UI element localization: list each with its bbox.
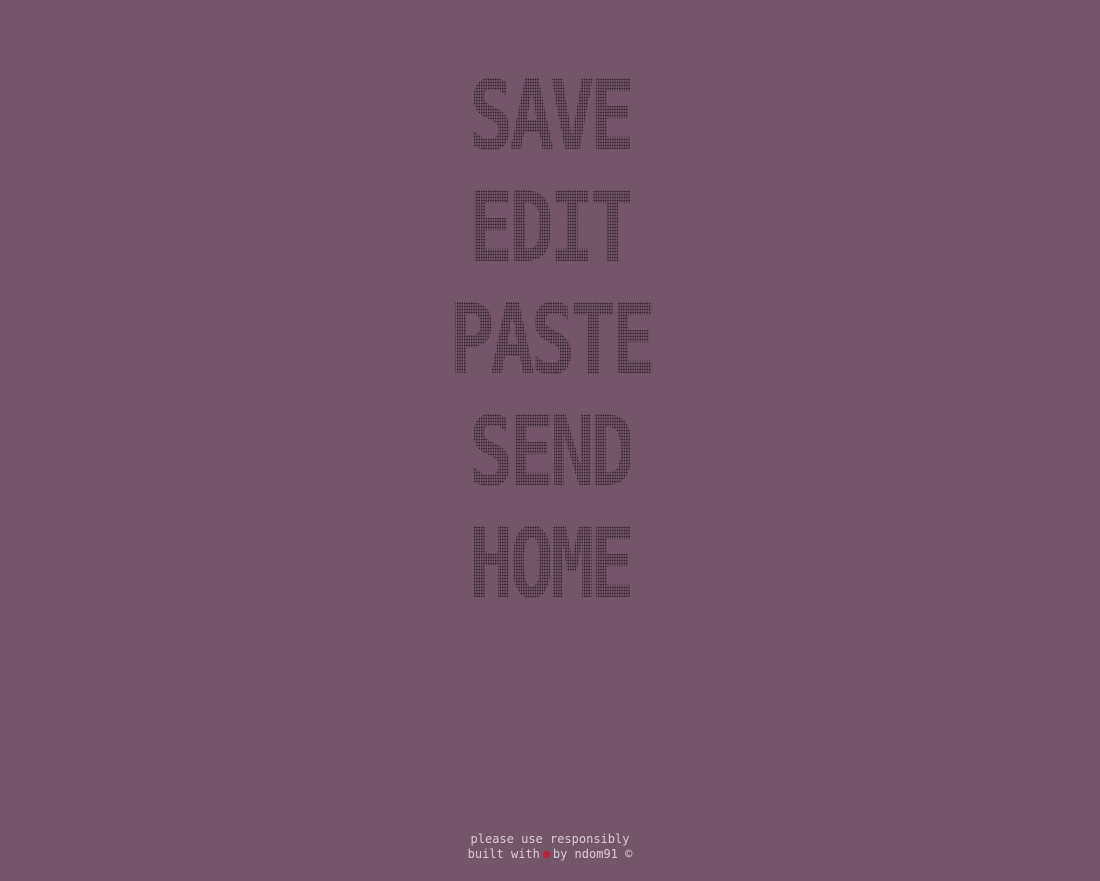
menu-item-send[interactable]: SEND: [446, 396, 653, 508]
menu-item-edit[interactable]: EDIT: [446, 172, 653, 284]
menu-item-label: HOME: [469, 508, 635, 620]
menu-item-label: SEND: [469, 396, 635, 508]
footer-disclaimer: please use responsibly: [470, 832, 630, 846]
footer: please use responsibly built with by ndom…: [0, 832, 1100, 862]
heart-icon: [542, 851, 550, 858]
main-menu: SAVE EDIT PASTE SEND HOME: [0, 60, 1100, 620]
menu-item-label: EDIT: [469, 172, 635, 284]
footer-credits: built with by ndom91 ©: [0, 847, 1100, 862]
footer-built-with: built with: [467, 847, 540, 861]
menu-item-save[interactable]: SAVE: [446, 60, 653, 172]
menu-item-home[interactable]: HOME: [446, 508, 653, 620]
menu-item-paste[interactable]: PASTE: [421, 284, 680, 396]
menu-item-label: SAVE: [469, 60, 635, 172]
footer-author: by ndom91 ©: [552, 847, 633, 861]
menu-item-label: PASTE: [448, 284, 656, 396]
